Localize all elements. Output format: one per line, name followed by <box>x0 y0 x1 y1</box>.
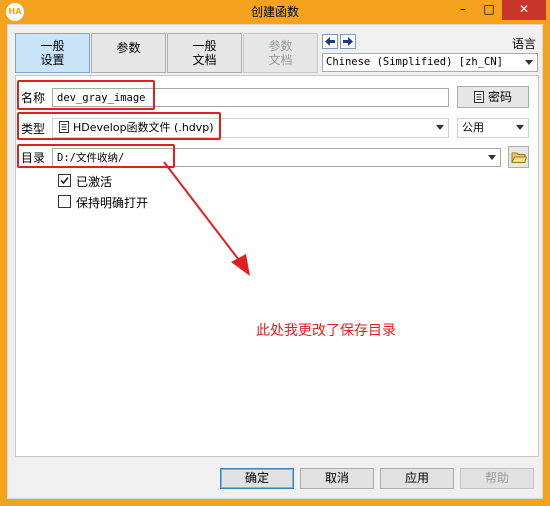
tab-label-line2: 文档 <box>192 53 217 67</box>
language-value: Chinese (Simplified) [zh_CN] <box>326 56 504 68</box>
tab-label-line1: 参数 <box>116 41 141 55</box>
tab-label-line1: 参数 <box>268 39 293 53</box>
tab-parameters[interactable]: 参数 <box>91 33 166 73</box>
ok-button[interactable]: 确定 <box>220 468 294 489</box>
cancel-button[interactable]: 取消 <box>300 468 374 489</box>
chevron-down-icon <box>525 60 533 65</box>
annotation-arrow <box>163 161 250 276</box>
tab-general-settings[interactable]: 一般 设置 <box>15 33 90 73</box>
tab-parameter-docs[interactable]: 参数 文档 <box>243 33 318 73</box>
tab-label-line2: 设置 <box>40 53 65 67</box>
tab-general-docs[interactable]: 一般 文档 <box>167 33 242 73</box>
language-label: 语言 <box>512 37 537 51</box>
maximize-button[interactable]: □ <box>476 0 502 20</box>
dialog-window: HA 创建函数 – □ ✕ 一般 设置 参数 一般 文档 参数 文档 语言 Ch <box>0 0 550 506</box>
annotation-text: 此处我更改了保存目录 <box>256 323 396 339</box>
minimize-button[interactable]: – <box>450 0 476 20</box>
arrow-left-icon[interactable] <box>322 34 338 49</box>
dialog-client: 一般 设置 参数 一般 文档 参数 文档 语言 Chinese (Simplif… <box>7 24 543 499</box>
tab-label-line1: 一般 <box>192 39 217 53</box>
language-select[interactable]: Chinese (Simplified) [zh_CN] <box>322 53 538 72</box>
arrow-right-icon[interactable] <box>340 34 356 49</box>
close-button[interactable]: ✕ <box>502 0 546 20</box>
tab-label-line1: 一般 <box>40 39 65 53</box>
tab-label-line2: 文档 <box>268 53 293 67</box>
settings-panel: 名称 密码 类型 HDevelop函数文件 (.hdvp) 公用 <box>15 75 539 457</box>
title-bar[interactable]: HA 创建函数 – □ ✕ <box>0 0 550 24</box>
apply-button[interactable]: 应用 <box>380 468 454 489</box>
help-button[interactable]: 帮助 <box>460 468 534 489</box>
